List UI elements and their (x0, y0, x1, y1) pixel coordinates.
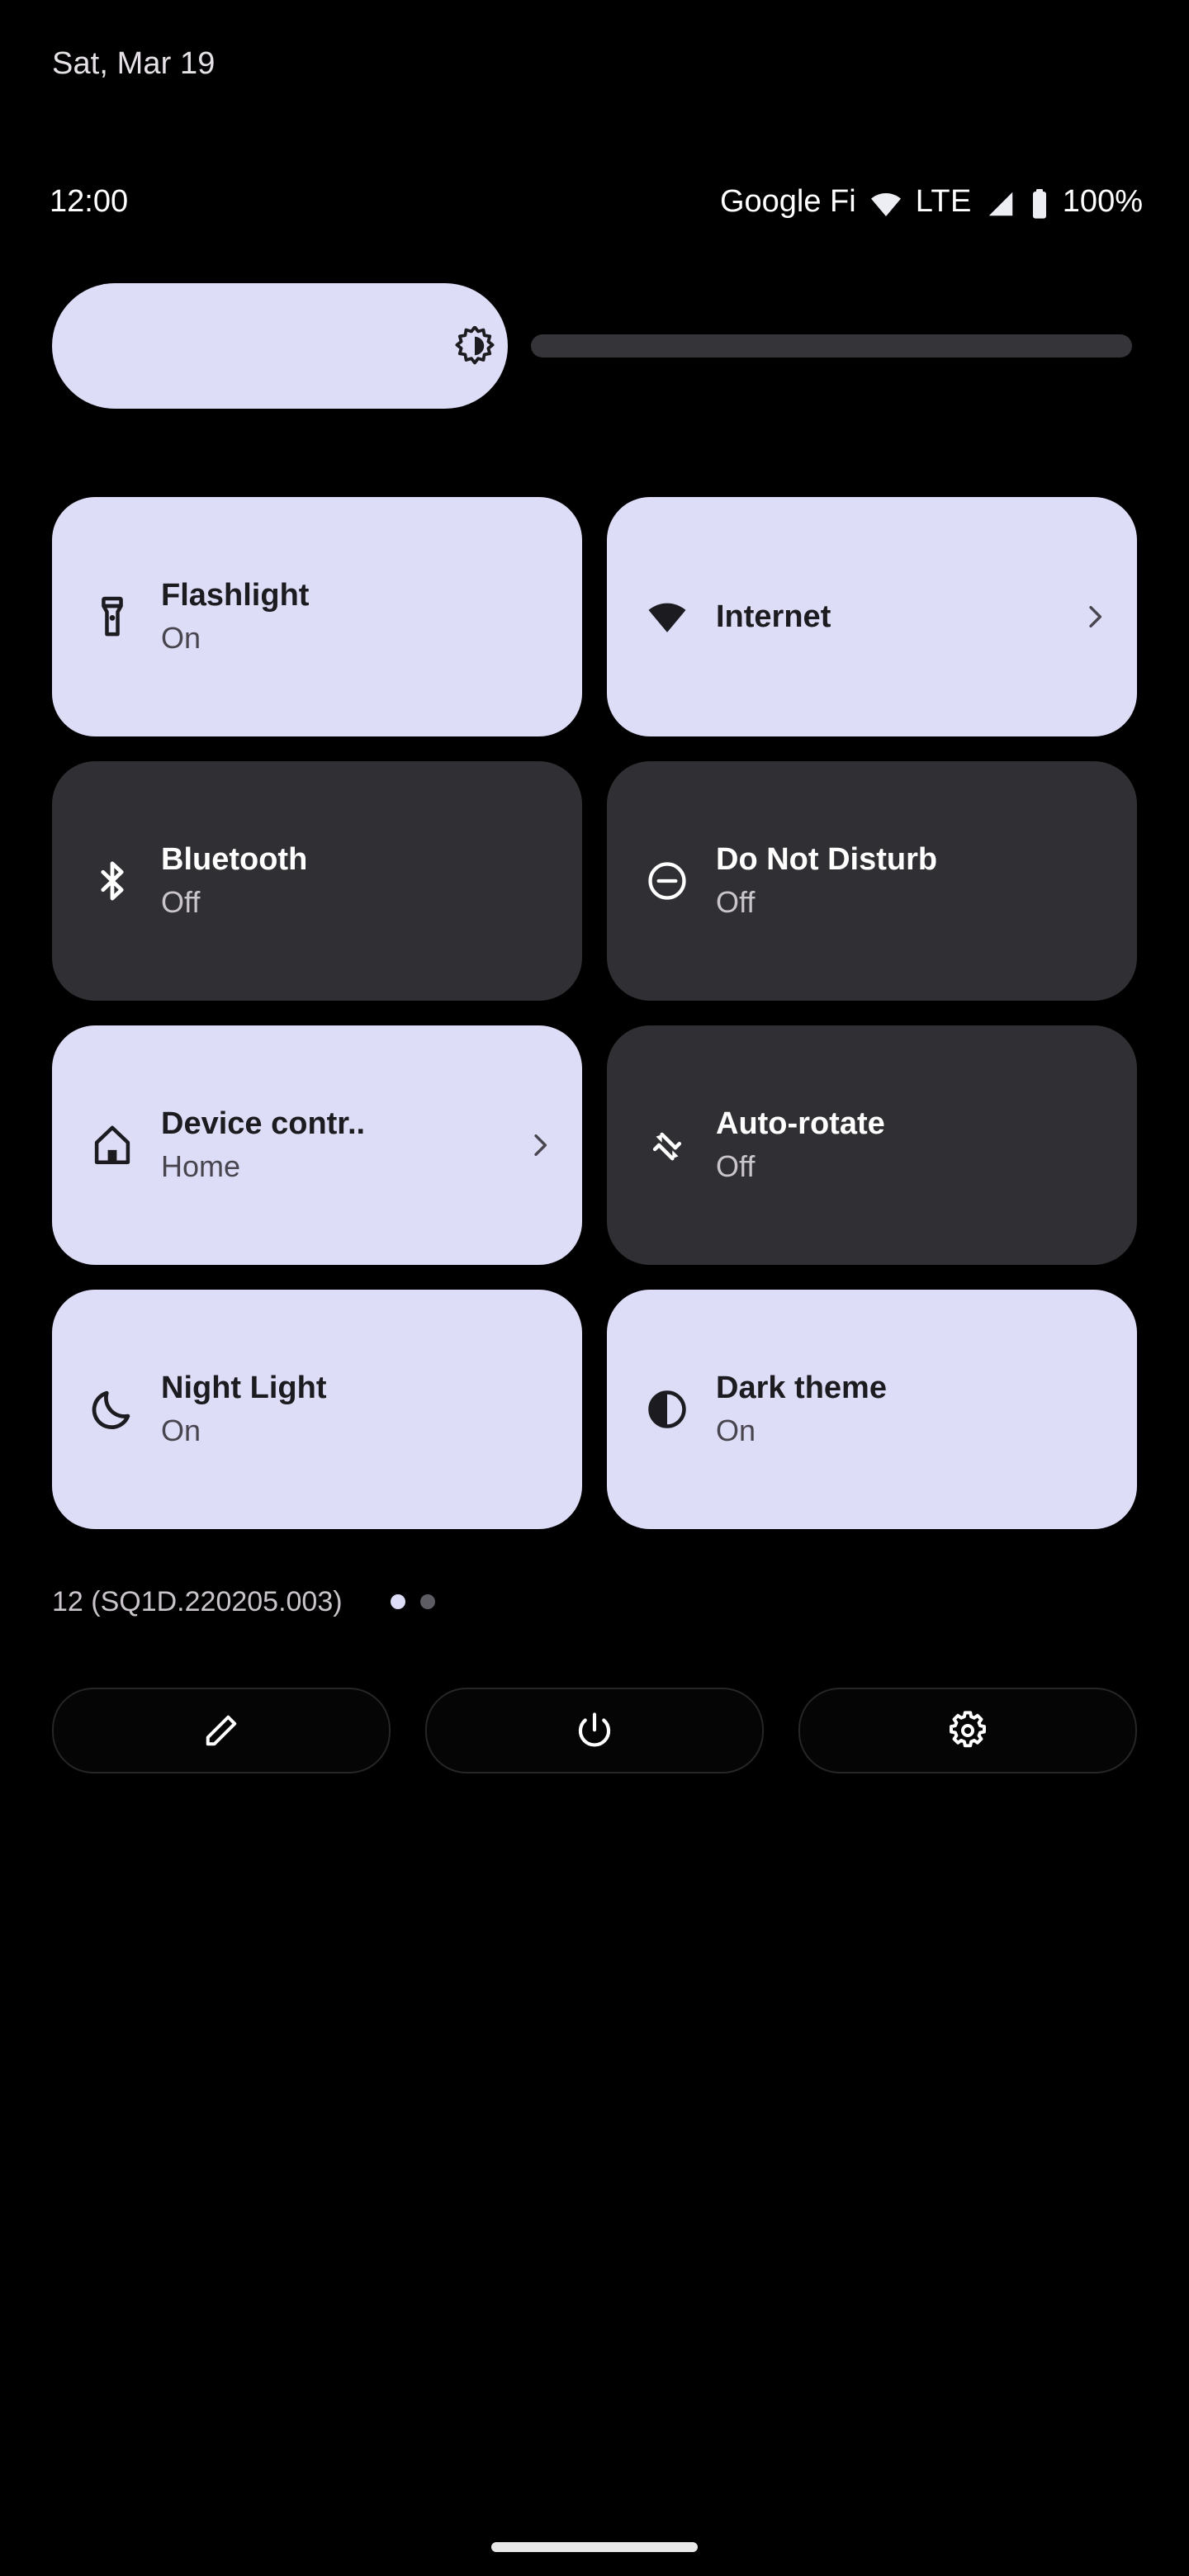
page-indicator[interactable] (390, 1594, 435, 1609)
pencil-icon (200, 1709, 243, 1752)
tile-internet-texts: Internet (716, 598, 1073, 636)
tile-flashlight-state: On (161, 621, 201, 655)
carrier-label: Google Fi (719, 184, 856, 219)
tile-do-not-disturb-texts: Do Not Disturb Off (716, 841, 1109, 921)
network-type-label: LTE (915, 184, 972, 219)
brightness-slider-fill[interactable] (52, 283, 508, 409)
tile-auto-rotate-label: Auto-rotate (716, 1106, 885, 1141)
brightness-slider-track[interactable] (531, 334, 1132, 358)
tile-night-light-label: Night Light (161, 1371, 327, 1405)
status-icons: Google Fi LTE 100% (720, 183, 1143, 220)
status-clock: 12:00 (50, 184, 129, 219)
footer-actions (52, 1688, 1137, 1773)
tile-device-controls-label: Device contr.. (161, 1106, 366, 1141)
cell-signal-icon (985, 188, 1016, 220)
tile-night-light[interactable]: Night Light On (52, 1290, 582, 1529)
bluetooth-icon (88, 857, 136, 905)
moon-icon (88, 1385, 136, 1433)
tile-do-not-disturb-state: Off (716, 885, 756, 919)
tile-bluetooth[interactable]: Bluetooth Off (52, 761, 582, 1001)
power-button[interactable] (425, 1688, 764, 1773)
page-dot-1[interactable] (390, 1594, 405, 1609)
chevron-right-icon[interactable] (526, 1125, 554, 1165)
edit-tiles-button[interactable] (52, 1688, 391, 1773)
tile-device-controls[interactable]: Device contr.. Home (52, 1025, 582, 1265)
contrast-icon (643, 1385, 691, 1433)
tile-bluetooth-label: Bluetooth (161, 842, 308, 877)
quick-settings-tiles: Flashlight On Internet Bluetooth Off Do … (52, 497, 1137, 1529)
tile-device-controls-texts: Device contr.. Home (161, 1105, 518, 1186)
do-not-disturb-icon (643, 857, 691, 905)
gear-icon (946, 1709, 989, 1752)
power-icon (573, 1709, 616, 1752)
tile-device-controls-state: Home (161, 1149, 241, 1183)
build-number-label: 12 (SQ1D.220205.003) (52, 1586, 343, 1617)
settings-button[interactable] (798, 1688, 1137, 1773)
page-dot-2[interactable] (419, 1594, 435, 1609)
tile-dark-theme-state: On (716, 1413, 756, 1447)
tile-do-not-disturb[interactable]: Do Not Disturb Off (607, 761, 1137, 1001)
wifi-icon (643, 593, 691, 641)
auto-rotate-icon (643, 1121, 691, 1169)
tile-auto-rotate[interactable]: Auto-rotate Off (607, 1025, 1137, 1265)
tile-internet-label: Internet (716, 599, 831, 634)
status-bar: 12:00 Google Fi LTE 100% (0, 178, 1189, 225)
battery-full-icon (1030, 187, 1049, 220)
tile-bluetooth-texts: Bluetooth Off (161, 841, 554, 921)
footer-row: 12 (SQ1D.220205.003) (52, 1577, 1137, 1627)
brightness-icon (455, 325, 495, 366)
brightness-slider[interactable] (52, 283, 1137, 409)
tile-dark-theme-texts: Dark theme On (716, 1369, 1109, 1450)
tile-auto-rotate-texts: Auto-rotate Off (716, 1105, 1109, 1186)
tile-auto-rotate-state: Off (716, 1149, 756, 1183)
tile-do-not-disturb-label: Do Not Disturb (716, 842, 938, 877)
tile-bluetooth-state: Off (161, 885, 201, 919)
date-row: Sat, Mar 19 (52, 43, 216, 84)
tile-flashlight-label: Flashlight (161, 578, 310, 613)
quick-settings-panel: Sat, Mar 19 12:00 Google Fi LTE 100% Fla… (0, 0, 1189, 2576)
tile-dark-theme-label: Dark theme (716, 1371, 887, 1405)
tile-night-light-texts: Night Light On (161, 1369, 554, 1450)
date-label: Sat, Mar 19 (52, 46, 216, 81)
home-icon (88, 1121, 136, 1169)
tile-internet[interactable]: Internet (607, 497, 1137, 736)
battery-percent-label: 100% (1062, 184, 1143, 219)
tile-flashlight[interactable]: Flashlight On (52, 497, 582, 736)
home-gesture-handle[interactable] (491, 2542, 698, 2552)
navigation-bar (0, 2497, 1189, 2576)
wifi-icon (869, 187, 902, 220)
chevron-right-icon[interactable] (1081, 597, 1109, 637)
tile-dark-theme[interactable]: Dark theme On (607, 1290, 1137, 1529)
flashlight-icon (88, 593, 136, 641)
tile-night-light-state: On (161, 1413, 201, 1447)
tile-flashlight-texts: Flashlight On (161, 576, 554, 657)
